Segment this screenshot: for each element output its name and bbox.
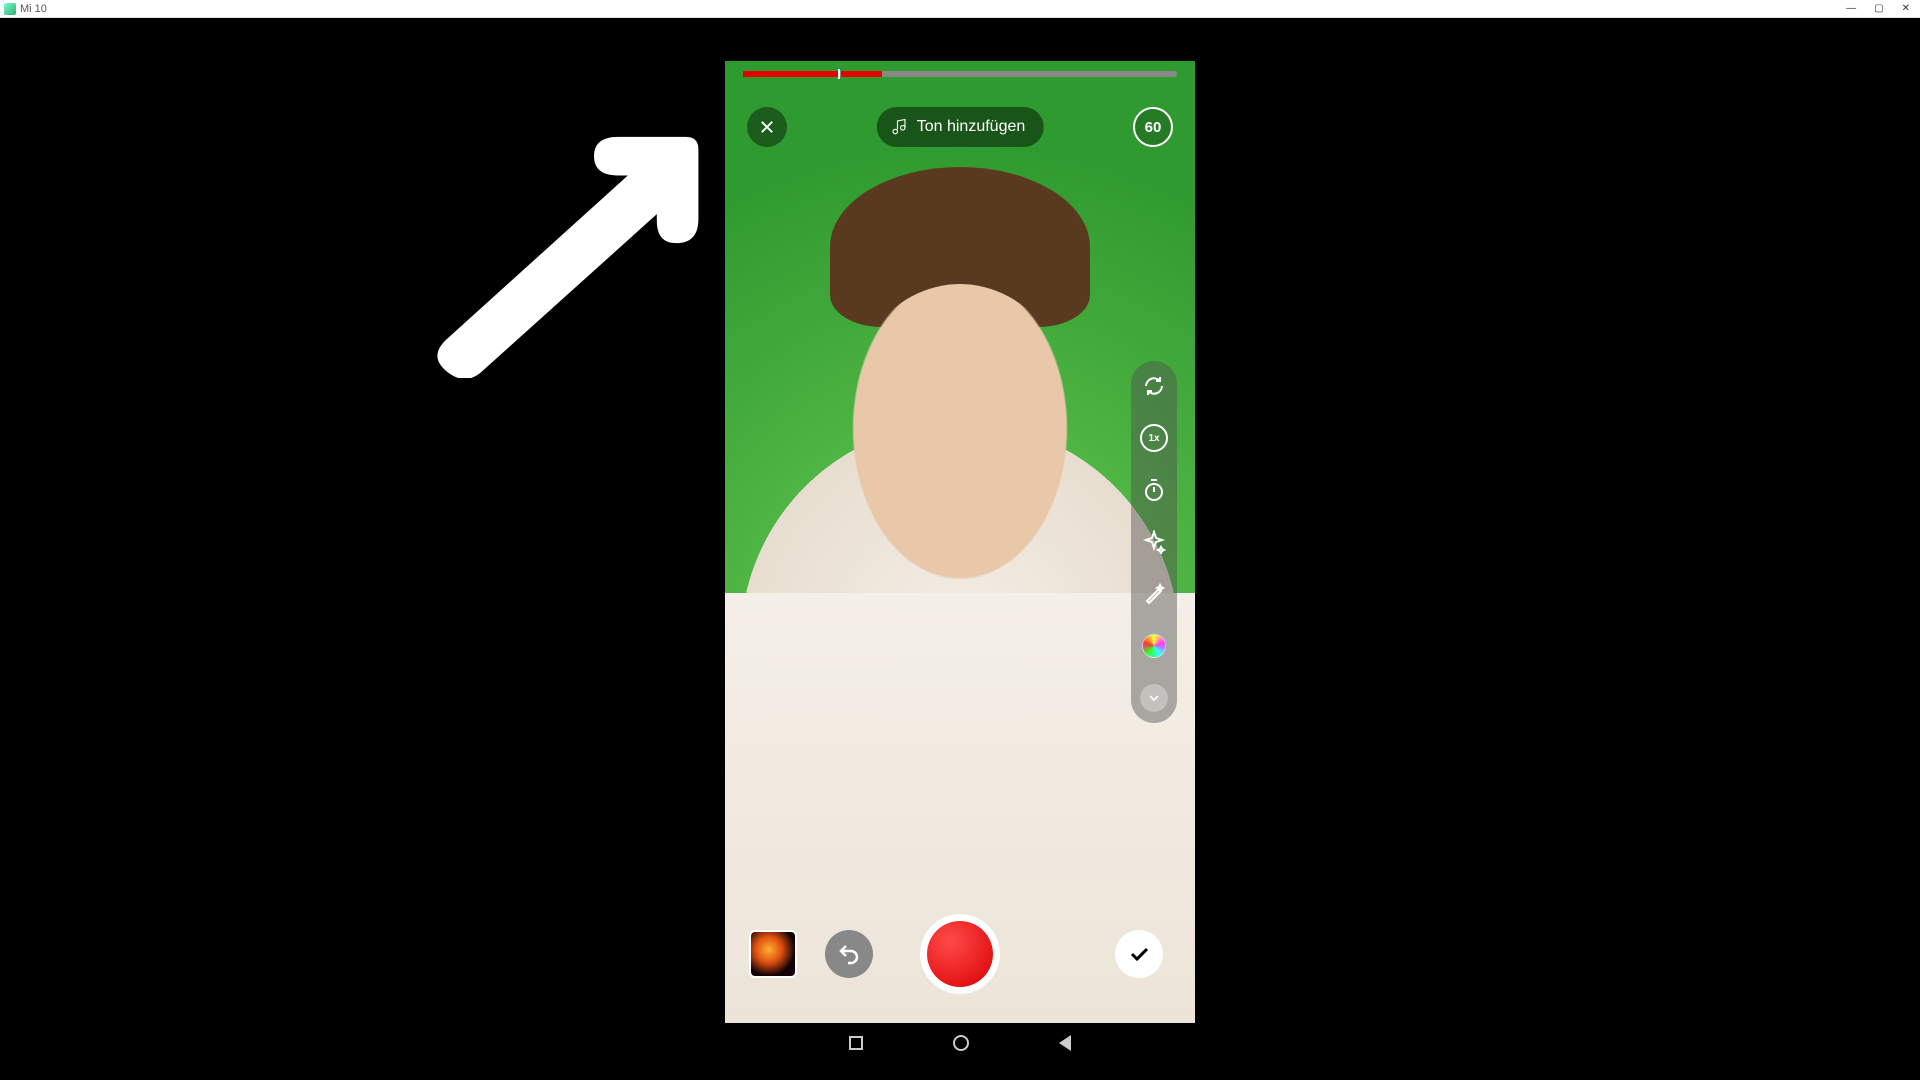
add-sound-label: Ton hinzufügen: [917, 118, 1026, 136]
side-toolbar: 1x: [1131, 361, 1177, 723]
close-button[interactable]: [747, 107, 787, 147]
window-controls: — ▢ ✕: [1846, 3, 1916, 14]
phone-screen: Ton hinzufügen 60 1x: [725, 61, 1195, 1029]
stage: Ton hinzufügen 60 1x: [0, 18, 1920, 1080]
window-title: Mi 10: [20, 3, 47, 15]
pointer-arrow-icon: [420, 118, 710, 378]
progress-segment: [743, 71, 838, 77]
flip-camera-button[interactable]: [1139, 371, 1169, 401]
duration-button[interactable]: 60: [1133, 107, 1173, 147]
person-face: [835, 284, 1085, 604]
app-icon: [4, 3, 16, 15]
check-icon: [1127, 942, 1151, 966]
music-note-icon: [891, 118, 909, 136]
recorder-topbar: Ton hinzufügen 60: [725, 97, 1195, 157]
timer-icon: [1142, 478, 1166, 502]
expand-toolbar-button[interactable]: [1139, 683, 1169, 713]
undo-button[interactable]: [825, 930, 873, 978]
effects-button[interactable]: [1139, 527, 1169, 557]
nav-home-button[interactable]: [953, 1035, 969, 1051]
flip-camera-icon: [1142, 374, 1166, 398]
close-window-button[interactable]: ✕: [1902, 3, 1910, 14]
timer-button[interactable]: [1139, 475, 1169, 505]
nav-back-button[interactable]: [1059, 1035, 1071, 1051]
maximize-button[interactable]: ▢: [1874, 3, 1883, 14]
confirm-button[interactable]: [1115, 930, 1163, 978]
camera-viewfinder: [725, 61, 1195, 1029]
recorder-bottombar: [725, 914, 1195, 994]
speed-button[interactable]: 1x: [1139, 423, 1169, 453]
color-wheel-icon: [1142, 634, 1166, 658]
undo-icon: [837, 942, 861, 966]
chevron-down-icon: [1140, 684, 1168, 712]
recording-progress: [743, 71, 1177, 77]
retouch-button[interactable]: [1139, 579, 1169, 609]
phone-frame: Ton hinzufügen 60 1x: [725, 43, 1195, 1063]
magic-wand-icon: [1142, 582, 1166, 606]
nav-recent-button[interactable]: [849, 1036, 863, 1050]
filters-button[interactable]: [1139, 631, 1169, 661]
close-icon: [758, 118, 776, 136]
speed-icon: 1x: [1140, 424, 1168, 452]
add-sound-button[interactable]: Ton hinzufügen: [877, 107, 1044, 147]
duration-label: 60: [1145, 119, 1162, 136]
window-titlebar: Mi 10 — ▢ ✕: [0, 0, 1920, 18]
record-button[interactable]: [920, 914, 1000, 994]
sparkle-icon: [1142, 530, 1166, 554]
minimize-button[interactable]: —: [1846, 3, 1856, 14]
gallery-button[interactable]: [749, 930, 797, 978]
android-nav-bar: [725, 1023, 1195, 1063]
progress-segment: [841, 71, 882, 77]
